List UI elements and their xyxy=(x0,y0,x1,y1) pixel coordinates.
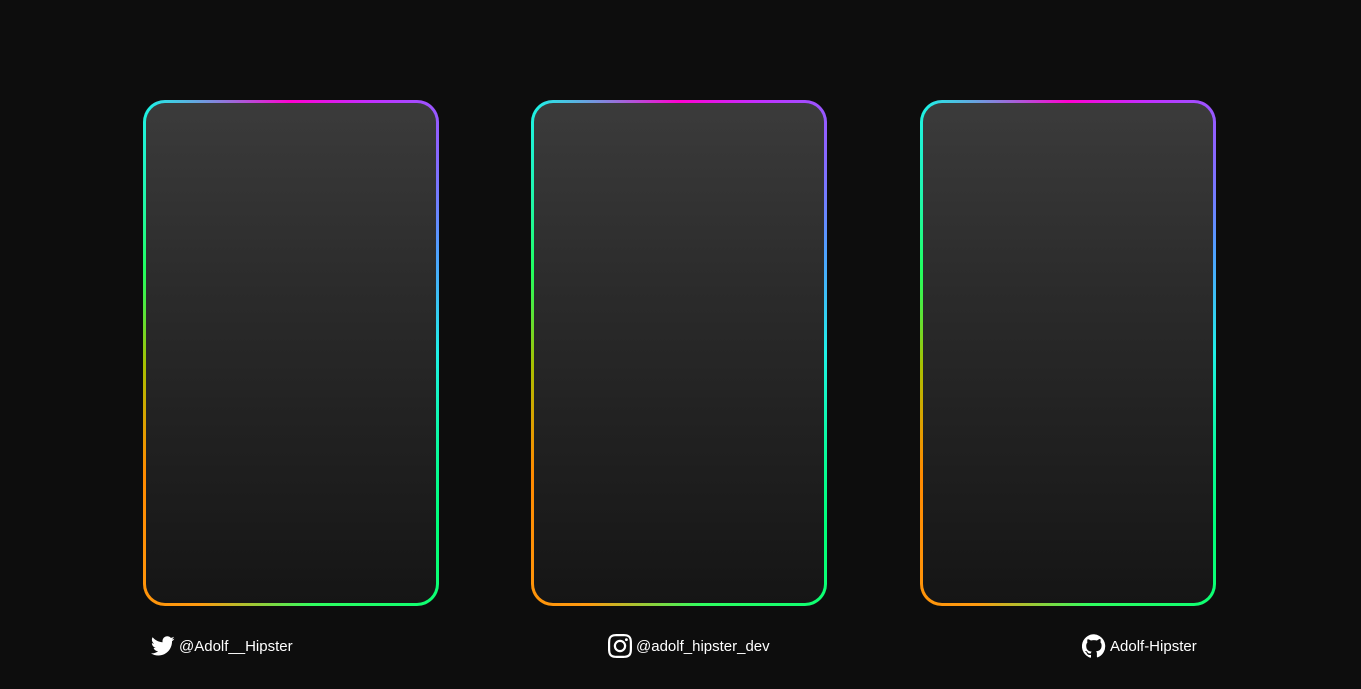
twitter-link[interactable]: @Adolf__Hipster xyxy=(151,634,293,658)
github-handle: Adolf-Hipster xyxy=(1110,637,1197,655)
instagram-icon xyxy=(608,634,632,658)
twitter-icon xyxy=(151,634,175,658)
instagram-handle: @adolf_hipster_dev xyxy=(636,637,770,655)
card-3[interactable] xyxy=(920,100,1216,606)
instagram-link[interactable]: @adolf_hipster_dev xyxy=(608,634,770,658)
card-1-body xyxy=(146,103,436,603)
github-link[interactable]: Adolf-Hipster xyxy=(1082,634,1197,658)
card-1[interactable] xyxy=(143,100,439,606)
card-2-body xyxy=(534,103,824,603)
github-icon xyxy=(1082,634,1106,658)
card-2[interactable] xyxy=(531,100,827,606)
twitter-handle: @Adolf__Hipster xyxy=(179,637,293,655)
page: @Adolf__Hipster @adolf_hipster_dev Adolf… xyxy=(0,0,1361,689)
card-3-body xyxy=(923,103,1213,603)
